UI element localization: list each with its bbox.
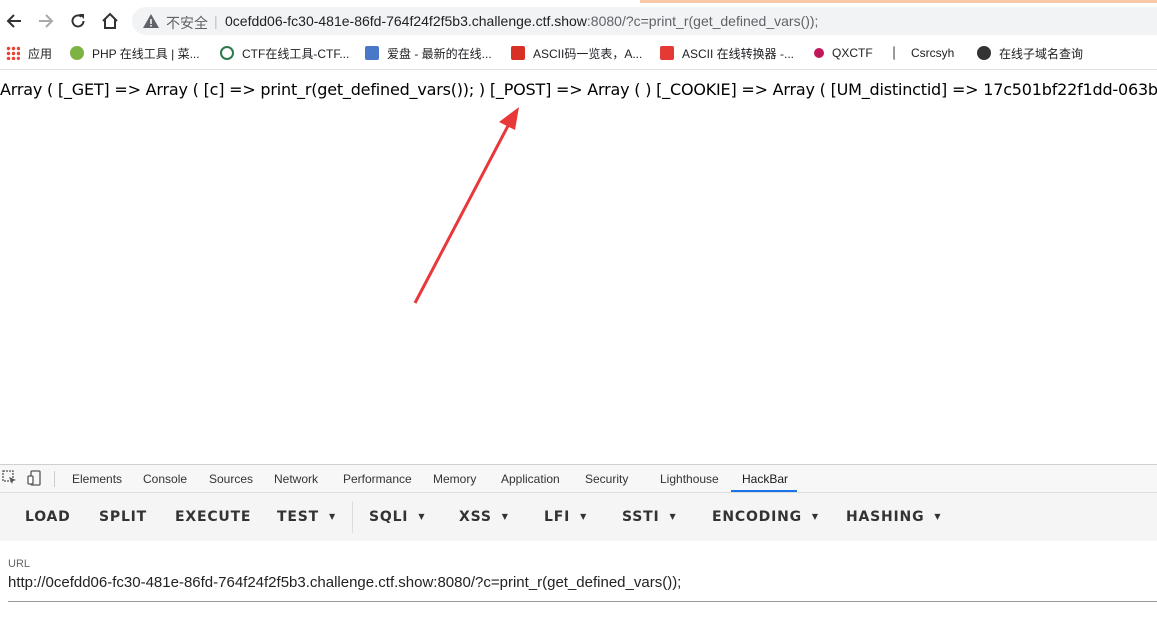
bookmarks-bar: 应用 PHP 在线工具 | 菜... CTF在线工具-CTF... 爱盘 - 最… bbox=[0, 40, 1157, 66]
suan-icon bbox=[660, 46, 674, 60]
toolbar-separator bbox=[352, 501, 353, 533]
hashing-label: HASHING bbox=[846, 509, 925, 525]
bookmark-aipan[interactable]: 爱盘 - 最新的在线... bbox=[365, 44, 492, 62]
url-field-label: URL bbox=[8, 558, 31, 570]
ssti-dropdown[interactable]: SSTI ▼ bbox=[622, 509, 676, 525]
toolbar-divider bbox=[0, 69, 1157, 70]
tab-console[interactable]: Console bbox=[143, 472, 187, 486]
caret-down-icon: ▼ bbox=[501, 512, 509, 521]
red-arrow-annotation bbox=[413, 107, 519, 304]
bookmark-ascii-table[interactable]: ASCII码一览表，A... bbox=[511, 44, 642, 62]
tab-network[interactable]: Network bbox=[274, 472, 318, 486]
caret-down-icon: ▼ bbox=[328, 512, 336, 521]
encoding-dropdown[interactable]: ENCODING ▼ bbox=[712, 509, 819, 525]
forward-arrow-icon bbox=[39, 14, 54, 28]
url-input-underline bbox=[8, 601, 1157, 602]
home-icon bbox=[102, 12, 118, 29]
load-button[interactable]: LOAD bbox=[25, 509, 71, 525]
bookmark-subdomain-query[interactable]: 在线子域名查询 bbox=[977, 44, 1083, 62]
bookmark-label: CTF在线工具-CTF... bbox=[242, 46, 350, 61]
split-button[interactable]: SPLIT bbox=[99, 509, 147, 525]
tab-lighthouse[interactable]: Lighthouse bbox=[660, 472, 719, 486]
aipan-icon bbox=[365, 46, 379, 60]
device-toolbar-icon[interactable] bbox=[27, 470, 43, 486]
caret-down-icon: ▼ bbox=[934, 512, 942, 521]
home-button[interactable] bbox=[98, 9, 122, 33]
caret-down-icon: ▼ bbox=[811, 512, 819, 521]
bookmark-label: 爱盘 - 最新的在线... bbox=[387, 46, 492, 61]
security-status[interactable]: 不安全 bbox=[166, 13, 208, 33]
lfi-label: LFI bbox=[544, 509, 571, 525]
tab-security[interactable]: Security bbox=[585, 472, 628, 486]
ascii-icon bbox=[511, 46, 525, 60]
bookmark-qxctf[interactable]: QXCTF bbox=[814, 44, 873, 62]
address-bar[interactable]: 不安全 | 0cefdd06-fc30-481e-86fd-764f24f2f5… bbox=[132, 7, 1157, 35]
devtools-panel: Elements Console Sources Network Perform… bbox=[0, 464, 1157, 632]
tab-elements[interactable]: Elements bbox=[72, 472, 122, 486]
xss-label: XSS bbox=[459, 509, 492, 525]
bookmark-label: QXCTF bbox=[832, 46, 873, 60]
url-text[interactable]: 0cefdd06-fc30-481e-86fd-764f24f2f5b3.cha… bbox=[225, 13, 818, 29]
test-dropdown[interactable]: TEST ▼ bbox=[277, 509, 336, 525]
forward-button[interactable] bbox=[34, 9, 58, 33]
tab-memory[interactable]: Memory bbox=[433, 472, 476, 486]
lfi-dropdown[interactable]: LFI ▼ bbox=[544, 509, 587, 525]
tab-separator bbox=[54, 471, 55, 487]
devtools-tabbar: Elements Console Sources Network Perform… bbox=[0, 465, 1157, 493]
back-button[interactable] bbox=[2, 9, 26, 33]
ssti-label: SSTI bbox=[622, 509, 660, 525]
warning-icon bbox=[143, 14, 159, 28]
bookmark-csrcsyh[interactable]: Csrcsyh bbox=[893, 44, 954, 62]
bookmark-label: PHP 在线工具 | 菜... bbox=[92, 46, 200, 61]
globe-icon bbox=[977, 46, 991, 60]
hashing-dropdown[interactable]: HASHING ▼ bbox=[846, 509, 941, 525]
xss-dropdown[interactable]: XSS ▼ bbox=[459, 509, 509, 525]
security-separator: | bbox=[214, 13, 218, 29]
bookmark-label: ASCII码一览表，A... bbox=[533, 46, 643, 61]
execute-button[interactable]: EXECUTE bbox=[175, 509, 251, 525]
back-arrow-icon bbox=[6, 14, 21, 28]
caret-down-icon: ▼ bbox=[669, 512, 677, 521]
caret-down-icon: ▼ bbox=[580, 512, 588, 521]
php-output-text: Array ( [_GET] => Array ( [c] => print_r… bbox=[0, 80, 1157, 99]
bookmark-label: ASCII 在线转换器 -... bbox=[682, 46, 795, 61]
bookmark-ascii-converter[interactable]: ASCII 在线转换器 -... bbox=[660, 44, 794, 62]
split-label: SPLIT bbox=[99, 509, 148, 525]
qxctf-icon bbox=[814, 48, 824, 58]
reload-button[interactable] bbox=[66, 9, 90, 33]
apps-grid-icon bbox=[6, 46, 20, 60]
php-icon bbox=[70, 46, 84, 60]
page-content: Array ( [_GET] => Array ( [c] => print_r… bbox=[0, 80, 1157, 464]
caret-down-icon: ▼ bbox=[418, 512, 426, 521]
inspect-element-icon[interactable] bbox=[2, 470, 18, 486]
active-tab-indicator bbox=[731, 490, 797, 492]
hackbar-toolbar: LOAD SPLIT EXECUTE TEST ▼ SQLI ▼ XSS ▼ LFI ▼… bbox=[0, 493, 1157, 541]
tab-hackbar[interactable]: HackBar bbox=[742, 472, 788, 486]
tab-application[interactable]: Application bbox=[501, 472, 560, 486]
test-label: TEST bbox=[277, 509, 319, 525]
url-host: 0cefdd06-fc30-481e-86fd-764f24f2f5b3.cha… bbox=[225, 13, 587, 29]
bookmark-php-tools[interactable]: PHP 在线工具 | 菜... bbox=[70, 44, 200, 62]
sqli-label: SQLI bbox=[369, 509, 409, 525]
tab-sources[interactable]: Sources bbox=[209, 472, 253, 486]
browser-toolbar: 不安全 | 0cefdd06-fc30-481e-86fd-764f24f2f5… bbox=[0, 5, 1157, 37]
reload-icon bbox=[71, 14, 85, 28]
tab-performance[interactable]: Performance bbox=[343, 472, 412, 486]
ctf-icon bbox=[220, 46, 234, 60]
bookmark-ctf-tools[interactable]: CTF在线工具-CTF... bbox=[220, 44, 349, 62]
bookmark-label: Csrcsyh bbox=[911, 46, 955, 60]
bookmark-label: 在线子域名查询 bbox=[999, 46, 1084, 61]
load-label: LOAD bbox=[25, 509, 71, 525]
url-path: :8080/?c=print_r(get_defined_vars()); bbox=[586, 13, 819, 29]
encoding-label: ENCODING bbox=[712, 509, 802, 525]
csrcsyh-icon bbox=[893, 46, 903, 60]
sqli-dropdown[interactable]: SQLI ▼ bbox=[369, 509, 425, 525]
url-input[interactable]: http://0cefdd06-fc30-481e-86fd-764f24f2f… bbox=[8, 574, 681, 591]
bookmark-label: 应用 bbox=[28, 46, 53, 61]
bookmark-apps[interactable]: 应用 bbox=[6, 44, 52, 62]
execute-label: EXECUTE bbox=[175, 509, 252, 525]
